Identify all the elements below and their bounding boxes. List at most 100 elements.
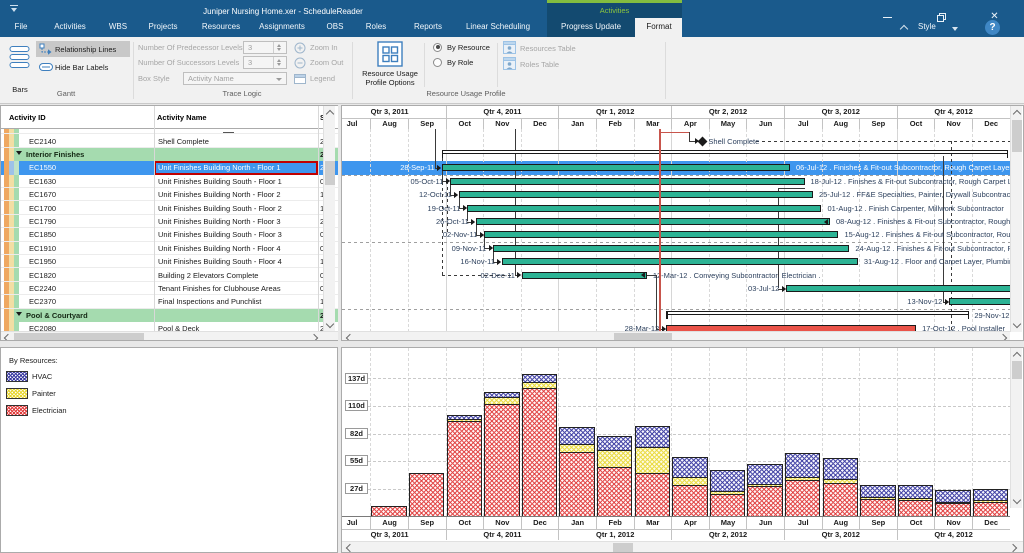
histogram-horizontal-scrollbar[interactable] bbox=[342, 541, 1023, 552]
menu-item-obs[interactable]: OBS bbox=[327, 22, 344, 31]
scrollbar-thumb[interactable] bbox=[1012, 120, 1022, 152]
scroll-right-icon[interactable] bbox=[309, 333, 319, 340]
menu-item-projects[interactable]: Projects bbox=[149, 22, 178, 31]
scrollbar-thumb[interactable] bbox=[613, 543, 633, 552]
menu-item-wbs[interactable]: WBS bbox=[109, 22, 127, 31]
hide-bar-labels-button[interactable]: Hide Bar Labels bbox=[36, 59, 130, 75]
histogram-segment-hvac-12[interactable] bbox=[784, 452, 821, 478]
spin-up-icon[interactable] bbox=[277, 59, 281, 62]
gantt-vertical-scrollbar[interactable] bbox=[1010, 106, 1022, 332]
histogram-segment-hvac-8[interactable] bbox=[634, 425, 671, 448]
gantt-bar-EC1670[interactable] bbox=[458, 191, 813, 199]
histogram-segment-painter-5[interactable] bbox=[521, 382, 558, 390]
table-group-row[interactable]: Pool & Courtyard28-Mar-12 bbox=[1, 308, 338, 322]
gantt-bar-EC1630[interactable] bbox=[450, 177, 805, 185]
resources-table-button[interactable]: Resources Table bbox=[503, 41, 593, 55]
table-row[interactable]: EC1790 Unit Finishes Building North - Flo… bbox=[1, 214, 338, 229]
scroll-left-icon[interactable] bbox=[3, 333, 13, 340]
gantt-bar-EC1850[interactable] bbox=[484, 231, 839, 239]
help-icon[interactable]: ? bbox=[985, 20, 1000, 35]
gantt-bar-EC1700[interactable] bbox=[467, 204, 822, 212]
histogram-segment-hvac-10[interactable] bbox=[709, 469, 746, 492]
scroll-down-icon[interactable] bbox=[325, 319, 335, 329]
table-row[interactable]: EC2140Shell Complete26-Apr-12 bbox=[1, 134, 338, 148]
roles-table-button[interactable]: Roles Table bbox=[503, 57, 593, 71]
histogram-segment-hvac-14[interactable] bbox=[860, 484, 896, 498]
menu-item-activities[interactable]: Activities bbox=[54, 22, 86, 31]
predecessor-levels-stepper[interactable]: 3 bbox=[243, 41, 287, 54]
resource-usage-profile-options-button[interactable]: Resource Usage Profile Options bbox=[362, 40, 418, 90]
collapse-arrow-icon[interactable] bbox=[16, 151, 22, 156]
histogram-segment-electrician-10[interactable] bbox=[709, 493, 746, 517]
scroll-down-icon[interactable] bbox=[1012, 495, 1022, 505]
gantt-bar-EC1550[interactable] bbox=[441, 164, 790, 172]
minimize-button[interactable] bbox=[878, 8, 897, 25]
menu-item-resources[interactable]: Resources bbox=[202, 22, 240, 31]
scrollbar-thumb[interactable] bbox=[325, 161, 335, 185]
box-style-dropdown[interactable]: Activity Name bbox=[183, 72, 287, 85]
histogram-segment-hvac-13[interactable] bbox=[822, 457, 859, 480]
style-dropdown-icon[interactable] bbox=[952, 27, 958, 31]
histogram-segment-hvac-15[interactable] bbox=[897, 484, 934, 499]
stepper-arrows[interactable] bbox=[273, 57, 285, 68]
histogram-segment-electrician-7[interactable] bbox=[596, 466, 633, 517]
gantt-bar-EC2370[interactable] bbox=[949, 298, 1010, 306]
histogram-segment-hvac-4[interactable] bbox=[484, 391, 520, 398]
histogram-segment-electrician-15[interactable] bbox=[897, 499, 934, 517]
scroll-right-icon[interactable] bbox=[998, 333, 1008, 340]
scrollbar-thumb[interactable] bbox=[1012, 361, 1022, 379]
histogram-segment-electrician-2[interactable] bbox=[408, 472, 445, 517]
histogram-vertical-scrollbar[interactable] bbox=[1010, 348, 1022, 508]
table-row[interactable]: EC1670 Unit Finishes Building North - Flo… bbox=[1, 188, 338, 202]
histogram-segment-electrician-12[interactable] bbox=[784, 479, 821, 517]
quick-access-toolbar-icon[interactable] bbox=[10, 5, 18, 12]
scroll-up-icon[interactable] bbox=[1012, 351, 1022, 361]
histogram-segment-painter-8[interactable] bbox=[634, 446, 671, 474]
table-vertical-scrollbar[interactable] bbox=[323, 106, 335, 332]
relationship-lines-button[interactable]: Relationship Lines bbox=[36, 41, 130, 57]
histogram-segment-electrician-4[interactable] bbox=[484, 403, 520, 517]
table-row[interactable]: EC1910 Unit Finishes Building North - Flo… bbox=[1, 241, 338, 255]
gantt-bar-EC1820[interactable] bbox=[521, 271, 647, 279]
bars-button[interactable]: Bars bbox=[7, 41, 33, 94]
histogram-segment-hvac-17[interactable] bbox=[972, 488, 1009, 501]
by-role-radio[interactable] bbox=[433, 57, 442, 67]
stepper-arrows[interactable] bbox=[273, 42, 285, 53]
table-row[interactable]: EC1850 Unit Finishes Building South - Flo… bbox=[1, 228, 338, 242]
gantt-bar-EC1790[interactable] bbox=[475, 218, 830, 225]
gantt-horizontal-scrollbar[interactable] bbox=[342, 331, 1010, 340]
table-row[interactable]: EC1700 Unit Finishes Building South - Flo… bbox=[1, 201, 338, 215]
scroll-right-icon[interactable] bbox=[1008, 543, 1018, 552]
column-header-activity-id[interactable]: Activity ID bbox=[9, 106, 46, 129]
table-row[interactable]: EC1630 Unit Finishes Building South - Flo… bbox=[1, 174, 338, 188]
table-row[interactable]: EC1550 Unit Finishes Building North - Flo… bbox=[1, 161, 338, 175]
histogram-segment-electrician-13[interactable] bbox=[822, 482, 859, 517]
histogram-segment-hvac-3[interactable] bbox=[446, 414, 483, 420]
style-button[interactable]: Style bbox=[918, 22, 936, 31]
histogram-segment-electrician-8[interactable] bbox=[634, 472, 671, 517]
menu-item-assignments[interactable]: Assignments bbox=[259, 22, 305, 31]
scroll-left-icon[interactable] bbox=[345, 333, 355, 340]
histogram-segment-painter-4[interactable] bbox=[484, 396, 520, 405]
by-resource-radio[interactable] bbox=[433, 42, 442, 52]
scroll-up-icon[interactable] bbox=[325, 109, 335, 119]
spin-down-icon[interactable] bbox=[277, 48, 281, 51]
table-row[interactable]: EC2240 Tenant Finishes for Clubhouse Area… bbox=[1, 281, 338, 296]
menu-item-roles[interactable]: Roles bbox=[366, 22, 386, 31]
collapse-arrow-icon[interactable] bbox=[16, 312, 22, 317]
table-row[interactable]: EC1820Building 2 Elevators Complete02-De… bbox=[1, 268, 338, 282]
histogram-segment-hvac-7[interactable] bbox=[596, 435, 633, 451]
collapse-ribbon-icon[interactable] bbox=[899, 24, 909, 34]
scrollbar-thumb[interactable] bbox=[614, 333, 672, 340]
scroll-up-icon[interactable] bbox=[1012, 109, 1022, 119]
histogram-segment-hvac-6[interactable] bbox=[559, 426, 595, 445]
histogram-segment-hvac-9[interactable] bbox=[672, 456, 708, 478]
legend-button[interactable]: Legend bbox=[294, 72, 350, 85]
gantt-bar-EC1910[interactable] bbox=[493, 244, 850, 252]
column-header-activity-name[interactable]: Activity Name bbox=[157, 106, 207, 129]
menu-item-reports[interactable]: Reports bbox=[414, 22, 442, 31]
successors-levels-stepper[interactable]: 3 bbox=[243, 56, 287, 69]
histogram-segment-electrician-5[interactable] bbox=[521, 388, 558, 517]
histogram-segment-electrician-17[interactable] bbox=[972, 501, 1009, 517]
scroll-down-icon[interactable] bbox=[1012, 319, 1022, 329]
